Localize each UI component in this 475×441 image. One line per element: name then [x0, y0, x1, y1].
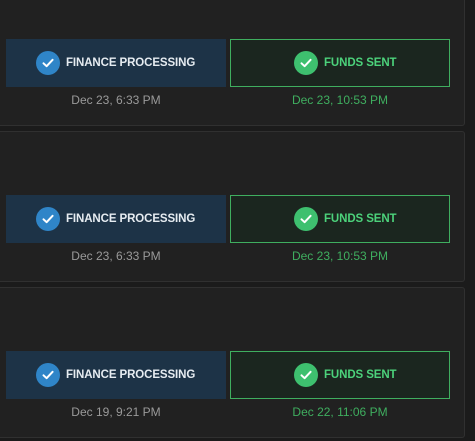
finance-processing-step: FINANCE PROCESSING — [6, 39, 226, 87]
order-card: FINANCE PROCESSING FUNDS SENT Dec 23, 6:… — [0, 131, 465, 282]
finance-step-label: FINANCE PROCESSING — [66, 369, 196, 381]
funds-step-label: FUNDS SENT — [324, 57, 397, 69]
funds-step-label: FUNDS SENT — [324, 369, 397, 381]
funds-sent-step: FUNDS SENT — [230, 351, 450, 399]
finance-processing-step: FINANCE PROCESSING — [6, 195, 226, 243]
finance-step-label: FINANCE PROCESSING — [66, 57, 196, 69]
check-circle-icon — [294, 51, 318, 75]
check-circle-icon — [36, 51, 60, 75]
finance-step-label: FINANCE PROCESSING — [66, 213, 196, 225]
check-circle-icon — [294, 363, 318, 387]
funds-step-label: FUNDS SENT — [324, 213, 397, 225]
funds-timestamp: Dec 23, 10:53 PM — [291, 249, 389, 263]
funds-timestamp: Dec 22, 11:06 PM — [292, 405, 388, 419]
check-circle-icon — [36, 363, 60, 387]
order-card: FINANCE PROCESSING FUNDS SENT Dec 19, 9:… — [0, 287, 465, 438]
funds-sent-step: FUNDS SENT — [230, 39, 450, 87]
check-circle-icon — [36, 207, 60, 231]
funds-sent-step: FUNDS SENT — [230, 195, 450, 243]
finance-processing-step: FINANCE PROCESSING — [6, 351, 226, 399]
payout-status-list: FINANCE PROCESSING FUNDS SENT Dec 23, 6:… — [0, 0, 475, 441]
finance-timestamp: Dec 23, 6:33 PM — [71, 249, 161, 263]
check-circle-icon — [294, 207, 318, 231]
funds-timestamp: Dec 23, 10:53 PM — [291, 93, 389, 107]
order-card: FINANCE PROCESSING FUNDS SENT Dec 23, 6:… — [0, 0, 465, 126]
finance-timestamp: Dec 19, 9:21 PM — [71, 405, 161, 419]
finance-timestamp: Dec 23, 6:33 PM — [71, 93, 161, 107]
